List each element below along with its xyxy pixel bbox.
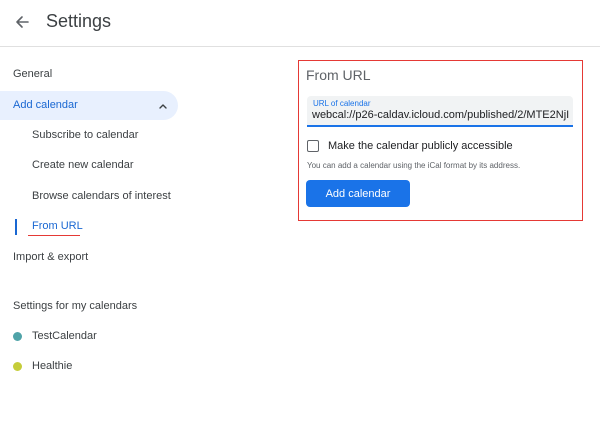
calendar-color-dot [13,332,22,341]
from-url-panel: From URL URL of calendar Make the calend… [298,60,583,221]
public-access-checkbox[interactable] [307,140,319,152]
url-input[interactable] [312,108,569,122]
sidebar-item-create-new-calendar[interactable]: Create new calendar [32,159,134,171]
page-title: Settings [46,11,112,31]
arrow-left-icon [16,16,29,28]
highlight-underline [28,235,80,236]
sidebar-item-general[interactable]: General [13,68,52,80]
sidebar-item-testcalendar[interactable]: TestCalendar [32,330,97,342]
checkbox-label: Make the calendar publicly accessible [328,140,513,152]
active-indicator [15,219,17,235]
sidebar-item-label: Add calendar [13,99,78,111]
helper-text: You can add a calendar using the iCal fo… [307,161,521,170]
chevron-up-icon [159,104,167,109]
top-bar: Settings [0,0,600,47]
sidebar-item-import-export[interactable]: Import & export [13,251,88,263]
panel-title: From URL [306,67,371,83]
sidebar-item-healthie[interactable]: Healthie [32,360,72,372]
url-field[interactable]: URL of calendar [307,96,573,127]
my-calendars-heading: Settings for my calendars [13,300,138,312]
sidebar-item-subscribe-to-calendar[interactable]: Subscribe to calendar [32,129,138,141]
add-calendar-button[interactable]: Add calendar [306,180,410,207]
sidebar-item-add-calendar[interactable]: Add calendar [0,91,178,120]
calendar-color-dot [13,362,22,371]
sidebar-item-from-url[interactable]: From URL [32,220,83,232]
back-button[interactable] [10,10,34,34]
url-field-label: URL of calendar [313,99,371,108]
sidebar-item-browse-calendars[interactable]: Browse calendars of interest [32,190,171,202]
